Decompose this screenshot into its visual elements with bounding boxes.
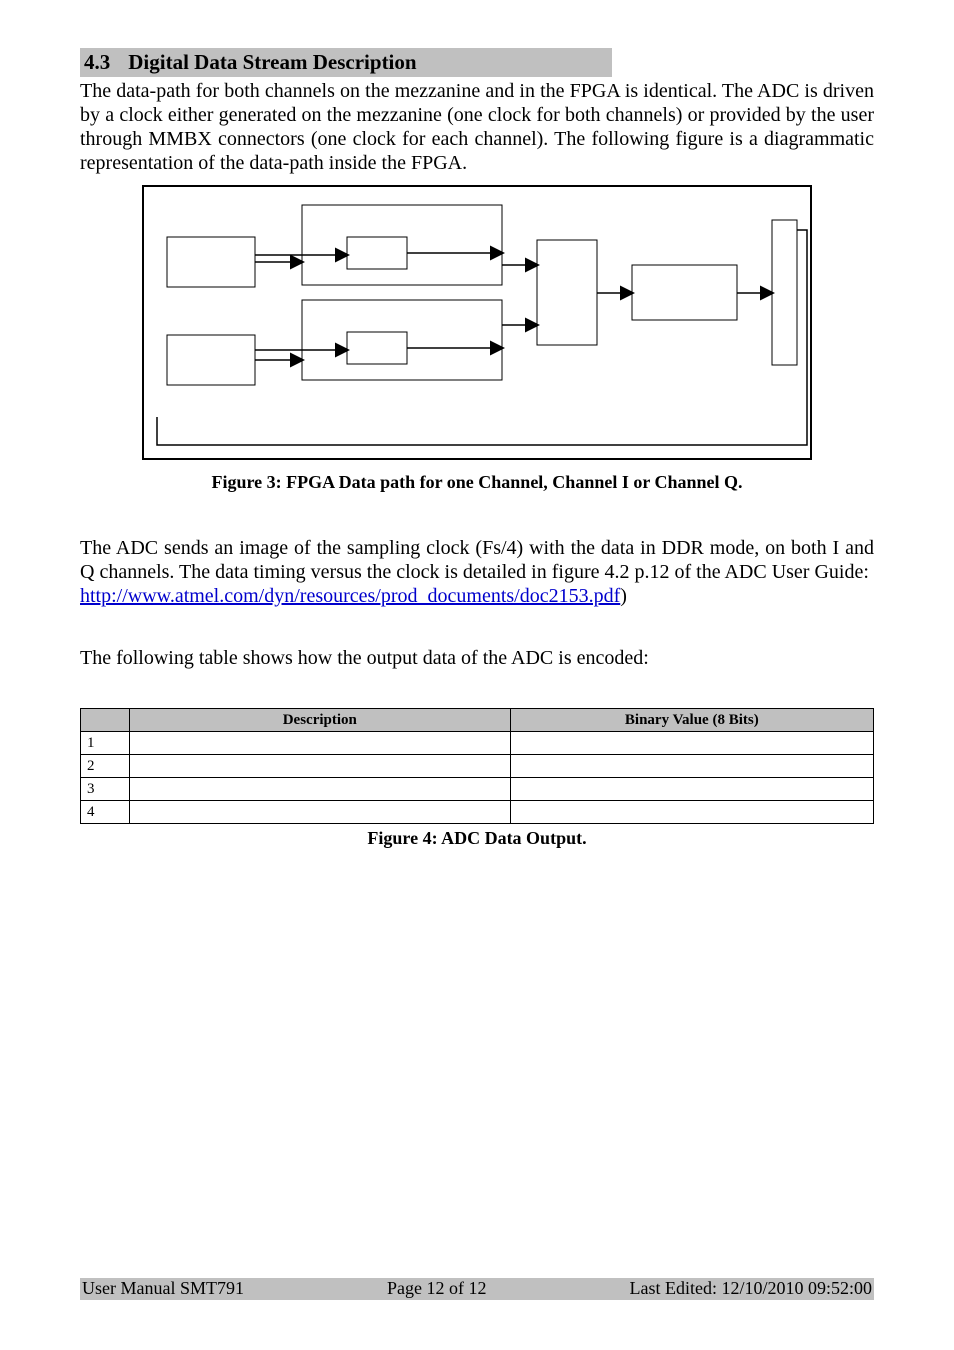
table-cell-val [510,754,873,777]
table-cell-idx: 1 [81,731,130,754]
adc-output-table: Description Binary Value (8 Bits) 1 2 3 [80,708,874,824]
footer-right: Last Edited: 12/10/2010 09:52:00 [630,1278,872,1300]
footer-center: Page 12 of 12 [387,1278,486,1300]
footer-left: User Manual SMT791 [82,1278,244,1300]
section-heading: 4.3 Digital Data Stream Description [80,48,612,77]
table-header-row: Description Binary Value (8 Bits) [81,708,874,731]
table-row: 2 [81,754,874,777]
figure-3-diagram [142,185,812,460]
table-cell-val [510,800,873,823]
table-row: 4 [81,800,874,823]
paragraph-table-intro: The following table shows how the output… [80,646,874,670]
figure-3-caption: Figure 3: FPGA Data path for one Channel… [80,472,874,494]
section-title: Digital Data Stream Description [128,50,416,74]
table-cell-idx: 3 [81,777,130,800]
adc-user-guide-link[interactable]: http://www.atmel.com/dyn/resources/prod_… [80,585,620,607]
paragraph-adc-clock: The ADC sends an image of the sampling c… [80,536,874,608]
table-header-blank [81,708,130,731]
table-header-description: Description [130,708,511,731]
page: 4.3 Digital Data Stream Description The d… [0,0,954,1350]
table-row: 3 [81,777,874,800]
table-cell-desc [130,800,511,823]
page-footer: User Manual SMT791 Page 12 of 12 Last Ed… [80,1278,874,1300]
table-cell-desc [130,731,511,754]
table-row: 1 [81,731,874,754]
table-cell-desc [130,754,511,777]
table-cell-idx: 2 [81,754,130,777]
table-cell-desc [130,777,511,800]
table-header-binary: Binary Value (8 Bits) [510,708,873,731]
table-cell-idx: 4 [81,800,130,823]
table-cell-val [510,731,873,754]
section-number: 4.3 [84,50,110,74]
figure-4-caption: Figure 4: ADC Data Output. [80,828,874,850]
table-cell-val [510,777,873,800]
paragraph-intro: The data-path for both channels on the m… [80,79,874,175]
paren-close: ) [620,585,627,607]
paragraph-adc-clock-text: The ADC sends an image of the sampling c… [80,537,874,583]
